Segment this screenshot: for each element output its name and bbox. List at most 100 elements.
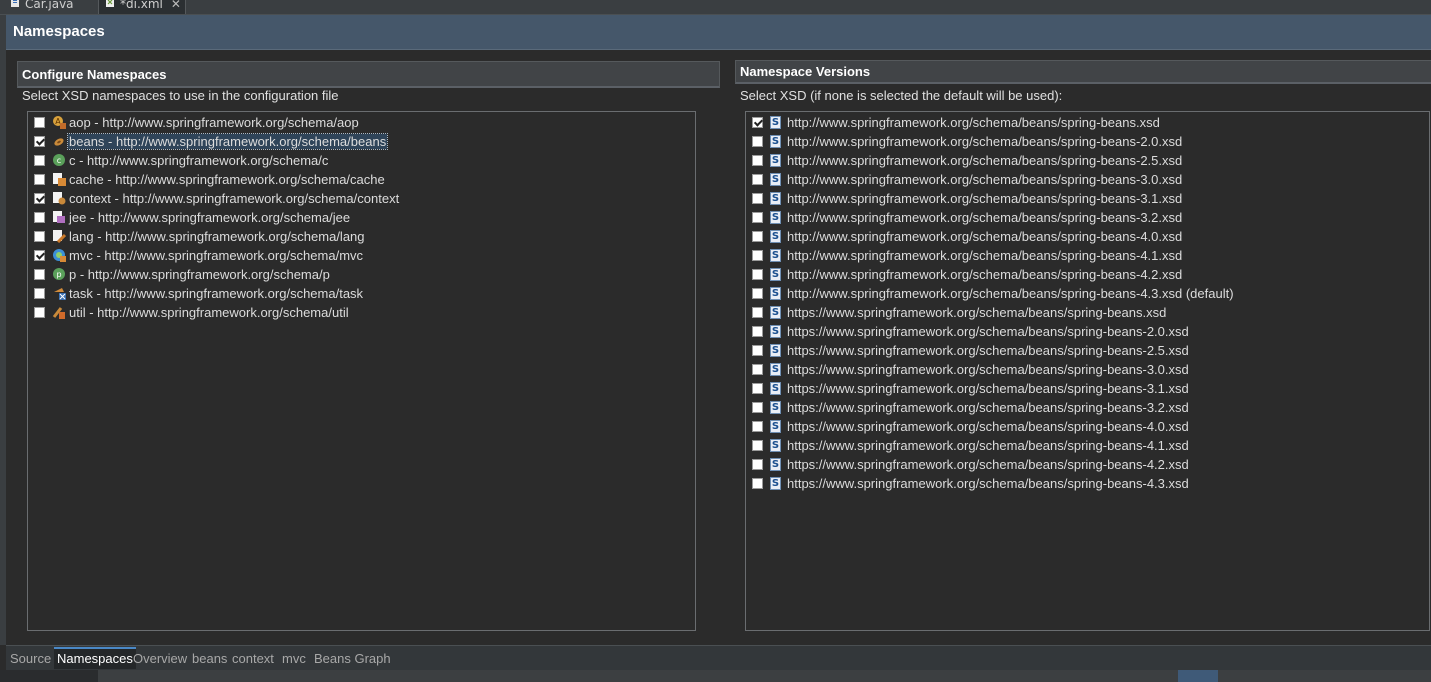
page-tab-context[interactable]: context: [229, 649, 277, 669]
xsd-file-icon: S: [770, 249, 781, 262]
xsd-checkbox[interactable]: [752, 174, 763, 185]
namespace-checkbox[interactable]: [34, 250, 45, 261]
namespace-checkbox[interactable]: [34, 155, 45, 166]
xsd-label: http://www.springframework.org/schema/be…: [787, 134, 1183, 149]
xsd-label: https://www.springframework.org/schema/b…: [787, 438, 1189, 453]
page-tab-mvc[interactable]: mvc: [279, 649, 309, 669]
xsd-label: https://www.springframework.org/schema/b…: [787, 381, 1189, 396]
namespace-list[interactable]: Aaop - http://www.springframework.org/sc…: [27, 111, 696, 631]
page-tab-beans-graph[interactable]: Beans Graph: [311, 649, 394, 669]
xsd-version-row[interactable]: Shttp://www.springframework.org/schema/b…: [746, 171, 1429, 190]
xsd-checkbox[interactable]: [752, 402, 763, 413]
namespace-checkbox[interactable]: [34, 231, 45, 242]
xsd-checkbox[interactable]: [752, 155, 763, 166]
xsd-version-row[interactable]: Shttps://www.springframework.org/schema/…: [746, 399, 1429, 418]
namespace-checkbox[interactable]: [34, 193, 45, 204]
xsd-checkbox[interactable]: [752, 136, 763, 147]
namespace-row[interactable]: beans - http://www.springframework.org/s…: [28, 133, 695, 152]
xsd-version-row[interactable]: Shttp://www.springframework.org/schema/b…: [746, 228, 1429, 247]
xsd-version-row[interactable]: Shttp://www.springframework.org/schema/b…: [746, 209, 1429, 228]
namespace-row[interactable]: cache - http://www.springframework.org/s…: [28, 171, 695, 190]
xsd-version-row[interactable]: Shttp://www.springframework.org/schema/b…: [746, 190, 1429, 209]
xsd-version-row[interactable]: Shttps://www.springframework.org/schema/…: [746, 437, 1429, 456]
xsd-file-icon: S: [770, 458, 781, 471]
namespace-checkbox[interactable]: [34, 117, 45, 128]
editor-tab-di-xml[interactable]: *di.xml ✕: [98, 0, 186, 14]
xsd-label: http://www.springframework.org/schema/be…: [787, 191, 1183, 206]
xsd-checkbox[interactable]: [752, 250, 763, 261]
xsd-checkbox[interactable]: [752, 326, 763, 337]
xsd-checkbox[interactable]: [752, 231, 763, 242]
xsd-version-row[interactable]: Shttp://www.springframework.org/schema/b…: [746, 285, 1429, 304]
namespace-checkbox[interactable]: [34, 288, 45, 299]
editor-tab-label: *di.xml: [120, 0, 163, 11]
xsd-version-list[interactable]: Shttp://www.springframework.org/schema/b…: [745, 111, 1430, 631]
xsd-version-row[interactable]: Shttp://www.springframework.org/schema/b…: [746, 133, 1429, 152]
namespace-row[interactable]: task - http://www.springframework.org/sc…: [28, 285, 695, 304]
namespace-checkbox[interactable]: [34, 269, 45, 280]
java-file-icon: [10, 0, 20, 7]
xsd-version-row[interactable]: Shttp://www.springframework.org/schema/b…: [746, 266, 1429, 285]
svg-text:p: p: [56, 270, 61, 279]
xsd-version-row[interactable]: Shttp://www.springframework.org/schema/b…: [746, 152, 1429, 171]
xsd-label: http://www.springframework.org/schema/be…: [787, 229, 1183, 244]
xsd-checkbox[interactable]: [752, 193, 763, 204]
namespace-row[interactable]: p p - http://www.springframework.org/sche…: [28, 266, 695, 285]
xsd-version-row[interactable]: Shttp://www.springframework.org/schema/b…: [746, 114, 1429, 133]
namespace-checkbox[interactable]: [34, 212, 45, 223]
namespace-checkbox[interactable]: [34, 174, 45, 185]
section-title: Namespace Versions: [740, 64, 871, 79]
xsd-checkbox[interactable]: [752, 345, 763, 356]
editor-tab-car-java[interactable]: Car.java: [4, 0, 80, 14]
xsd-checkbox[interactable]: [752, 288, 763, 299]
page-tab-overview[interactable]: Overview: [130, 649, 190, 669]
aop-icon: A: [52, 115, 66, 129]
xsd-version-row[interactable]: Shttps://www.springframework.org/schema/…: [746, 456, 1429, 475]
xsd-checkbox[interactable]: [752, 421, 763, 432]
xsd-file-icon: S: [770, 344, 781, 357]
xsd-version-row[interactable]: Shttp://www.springframework.org/schema/b…: [746, 247, 1429, 266]
xsd-checkbox[interactable]: [752, 383, 763, 394]
xsd-file-icon: S: [770, 287, 781, 300]
namespace-row[interactable]: Aaop - http://www.springframework.org/sc…: [28, 114, 695, 133]
task-icon: [52, 286, 66, 300]
page-tab-beans[interactable]: beans: [189, 649, 230, 669]
xsd-version-row[interactable]: Shttps://www.springframework.org/schema/…: [746, 342, 1429, 361]
xsd-version-row[interactable]: Shttps://www.springframework.org/schema/…: [746, 418, 1429, 437]
xsd-label: http://www.springframework.org/schema/be…: [787, 153, 1183, 168]
xsd-checkbox[interactable]: [752, 364, 763, 375]
namespace-row[interactable]: util - http://www.springframework.org/sc…: [28, 304, 695, 323]
xsd-checkbox[interactable]: [752, 440, 763, 451]
section-title: Configure Namespaces: [22, 67, 167, 82]
xsd-file-icon: S: [770, 325, 781, 338]
namespace-row[interactable]: c c - http://www.springframework.org/sche…: [28, 152, 695, 171]
namespace-label: beans - http://www.springframework.org/s…: [66, 133, 389, 150]
close-icon[interactable]: ✕: [171, 0, 181, 11]
xsd-checkbox[interactable]: [752, 117, 763, 128]
configure-namespaces-header: Configure Namespaces: [17, 61, 720, 88]
page-title: Namespaces: [13, 23, 105, 40]
xsd-label: https://www.springframework.org/schema/b…: [787, 343, 1189, 358]
xsd-version-row[interactable]: Shttps://www.springframework.org/schema/…: [746, 304, 1429, 323]
xsd-label: http://www.springframework.org/schema/be…: [787, 210, 1183, 225]
page-tab-source[interactable]: Source: [7, 649, 54, 669]
xsd-version-row[interactable]: Shttps://www.springframework.org/schema/…: [746, 380, 1429, 399]
namespace-versions-description: Select XSD (if none is selected the defa…: [740, 88, 1063, 103]
xsd-version-row[interactable]: Shttps://www.springframework.org/schema/…: [746, 361, 1429, 380]
namespace-checkbox[interactable]: [34, 136, 45, 147]
namespace-row[interactable]: jee - http://www.springframework.org/sch…: [28, 209, 695, 228]
xsd-file-icon: S: [770, 154, 781, 167]
xsd-checkbox[interactable]: [752, 459, 763, 470]
xsd-version-row[interactable]: Shttps://www.springframework.org/schema/…: [746, 475, 1429, 494]
xsd-version-row[interactable]: Shttps://www.springframework.org/schema/…: [746, 323, 1429, 342]
page-tab-namespaces[interactable]: Namespaces: [54, 647, 136, 669]
namespace-row[interactable]: lang - http://www.springframework.org/sc…: [28, 228, 695, 247]
namespace-row[interactable]: mvc - http://www.springframework.org/sch…: [28, 247, 695, 266]
namespace-checkbox[interactable]: [34, 307, 45, 318]
namespace-row[interactable]: context - http://www.springframework.org…: [28, 190, 695, 209]
namespace-label: c - http://www.springframework.org/schem…: [69, 153, 329, 168]
xsd-checkbox[interactable]: [752, 269, 763, 280]
xsd-checkbox[interactable]: [752, 212, 763, 223]
xsd-checkbox[interactable]: [752, 478, 763, 489]
xsd-checkbox[interactable]: [752, 307, 763, 318]
